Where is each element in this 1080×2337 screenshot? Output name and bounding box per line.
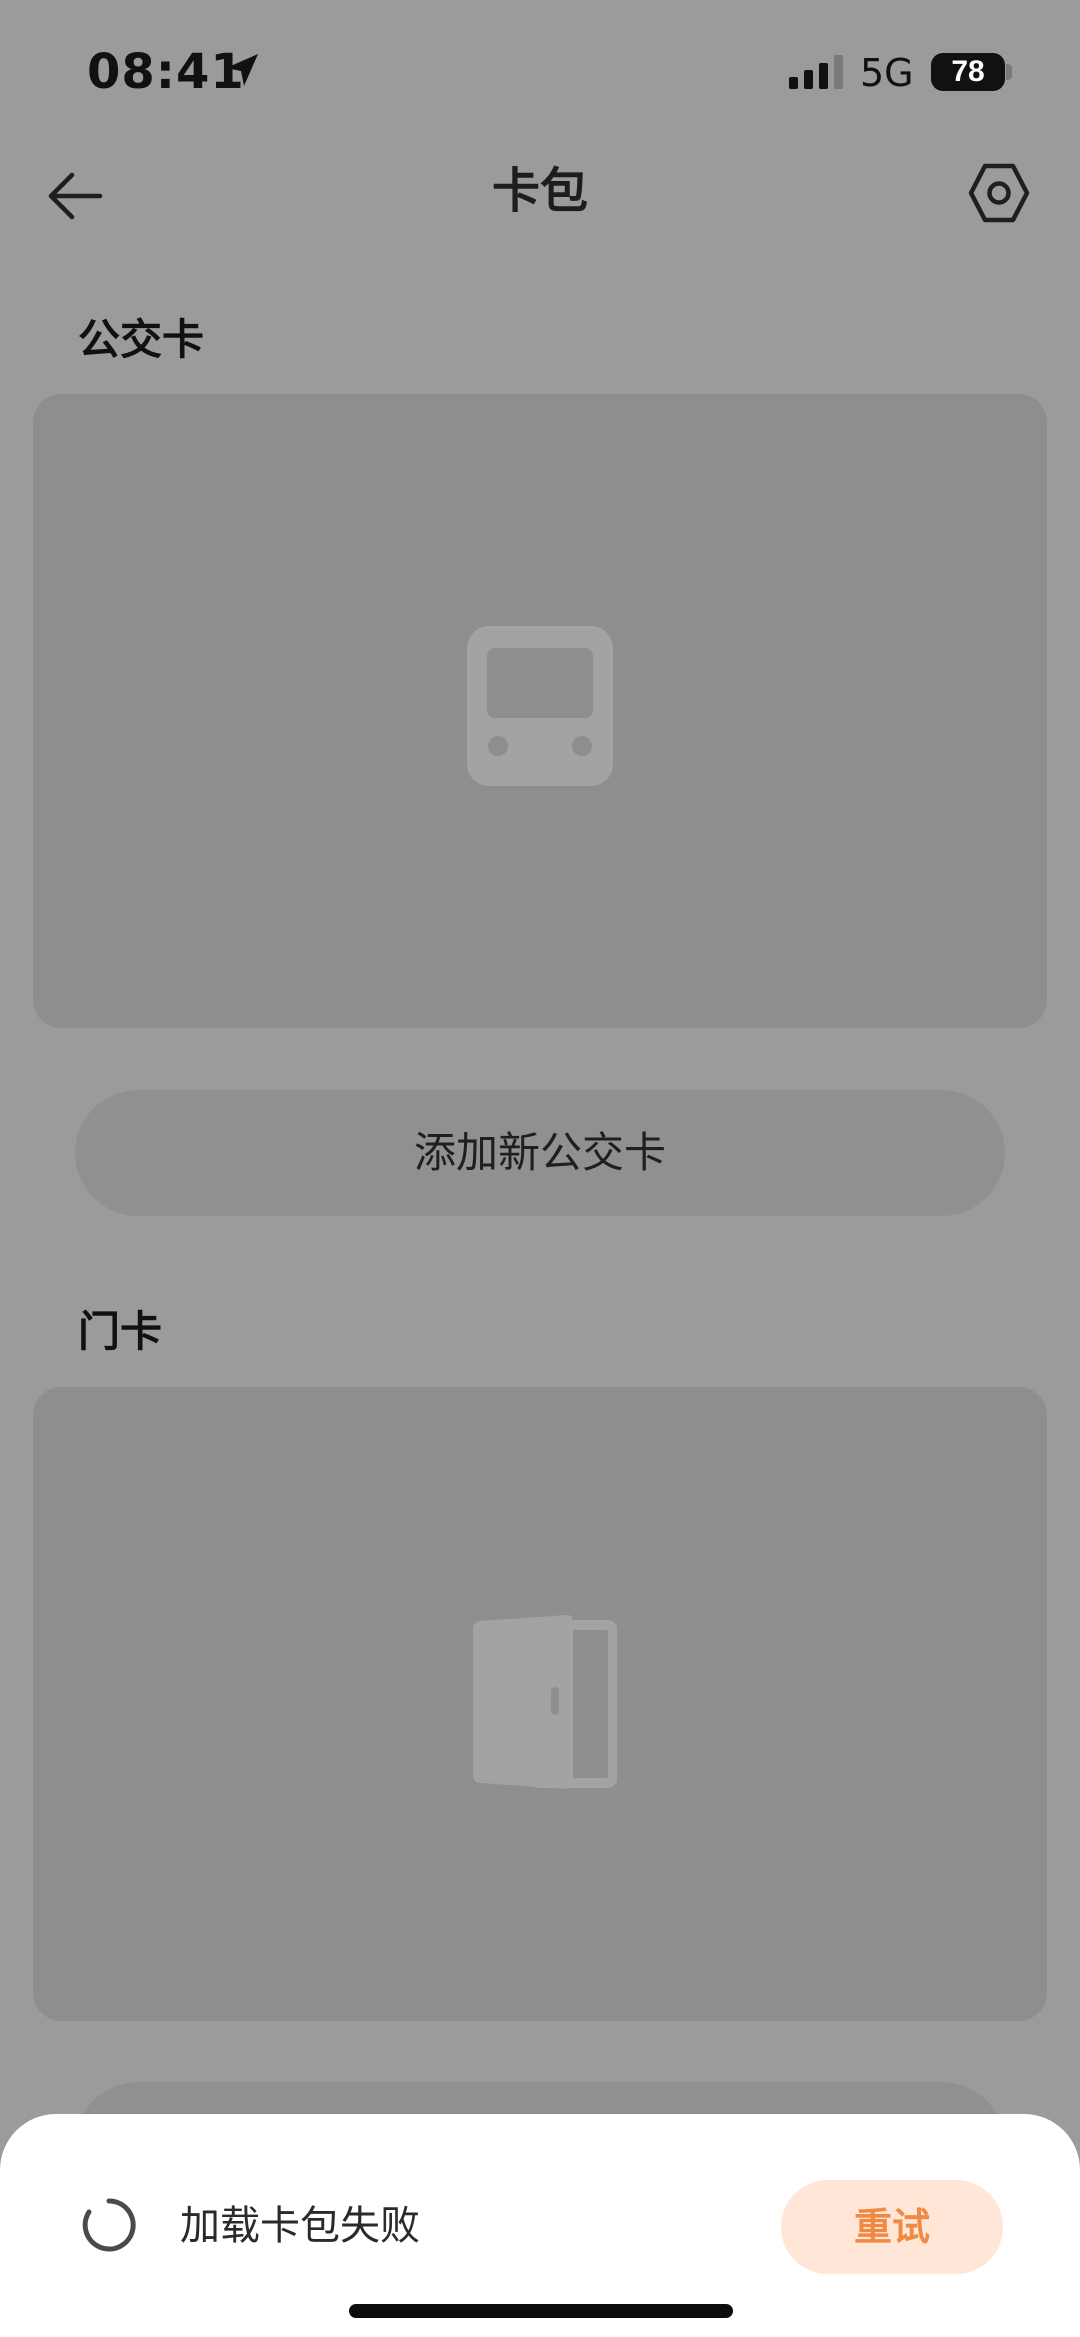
status-bar: 08:41 5G 78 — [0, 0, 1080, 140]
home-indicator[interactable] — [349, 2304, 733, 2318]
bus-icon — [467, 626, 613, 786]
bus-card-panel[interactable] — [33, 394, 1047, 1028]
error-message: 加载卡包失败 — [180, 2203, 420, 2249]
network-type: 5G — [860, 51, 914, 95]
retry-button[interactable]: 重试 — [781, 2180, 1003, 2274]
error-bottom-sheet: 加载卡包失败 重试 — [0, 2114, 1080, 2337]
door-card-panel[interactable] — [33, 1387, 1047, 2021]
location-arrow-icon — [226, 54, 258, 86]
section-title-door-card: 门卡 — [78, 1307, 163, 1356]
add-bus-card-button[interactable]: 添加新公交卡 — [75, 1090, 1005, 1216]
door-icon — [473, 1615, 617, 1789]
battery-indicator: 78 — [931, 53, 1005, 91]
battery-tip — [1006, 64, 1012, 80]
page-title: 卡包 — [491, 163, 588, 219]
hexagon-gear-icon[interactable] — [966, 160, 1032, 226]
cellular-signal-icon — [789, 55, 843, 89]
section-title-bus-card: 公交卡 — [78, 315, 205, 364]
loading-spinner-icon — [82, 2198, 136, 2252]
